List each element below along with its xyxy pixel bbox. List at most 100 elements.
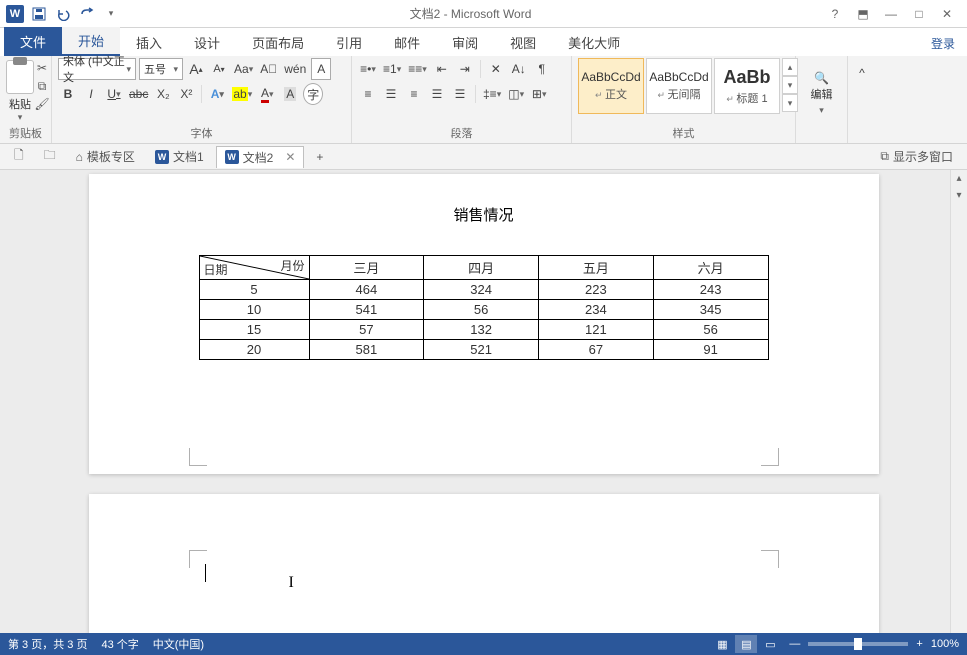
nav-back-button[interactable]: 🗋 [6,146,32,168]
font-size-combo[interactable]: 五号▾ [139,58,183,80]
table-row[interactable]: 5464324223243 [199,280,768,300]
scroll-down-button[interactable]: ▾ [951,187,967,204]
highlight-button[interactable]: ab▾ [230,83,254,105]
format-painter-button[interactable]: 🖌 [34,96,50,112]
nav-folder-button[interactable]: 🗀 [36,146,64,168]
find-icon[interactable]: 🔍 [814,70,830,86]
clear-formatting-button[interactable]: A⃠ [258,58,279,80]
strikethrough-button[interactable]: abc [127,83,150,105]
subscript-button[interactable]: X₂ [153,83,173,105]
page-status[interactable]: 第 3 页，共 3 页 [8,636,87,652]
font-name-combo[interactable]: 宋体 (中文正文▾ [58,58,136,80]
tab-mailings[interactable]: 邮件 [378,29,436,56]
text-direction-button[interactable]: ✕ [486,58,506,80]
zoom-out-button[interactable]: — [789,638,800,650]
table-header[interactable]: 五月 [539,256,654,280]
multi-window-button[interactable]: ⧉ 显示多窗口 [872,146,961,168]
style-normal[interactable]: AaBbCcDd 正文 [578,58,644,114]
decrease-indent-button[interactable]: ⇤ [432,58,452,80]
bold-button[interactable]: B [58,83,78,105]
read-mode-button[interactable]: ▦ [711,635,733,653]
increase-indent-button[interactable]: ⇥ [455,58,475,80]
tab-templates[interactable]: ⌂ 模板专区 [68,146,143,168]
word-count[interactable]: 43 个字 [101,636,138,652]
close-button[interactable]: ✕ [935,3,959,25]
maximize-button[interactable]: □ [907,3,931,25]
zoom-slider[interactable] [808,642,908,646]
paste-button[interactable]: 粘贴 ▾ [6,58,34,123]
tab-design[interactable]: 设计 [178,29,236,56]
enclose-characters-button[interactable]: 字 [303,83,323,105]
table-header[interactable]: 三月 [309,256,424,280]
style-label: 无间隔 [657,86,700,102]
multilevel-list-button[interactable]: ≡≡▾ [406,58,429,80]
tab-insert[interactable]: 插入 [120,29,178,56]
sales-table[interactable]: 日期 月份 三月 四月 五月 六月 5464324223243 10541562… [199,255,769,360]
tab-home[interactable]: 开始 [62,27,120,56]
style-preview: AaBbCcDd [581,70,640,84]
grow-font-button[interactable]: A▴ [186,58,206,80]
tab-references[interactable]: 引用 [320,29,378,56]
ribbon-display-button[interactable]: ⬒ [851,3,875,25]
superscript-button[interactable]: X² [176,83,196,105]
font-color-button[interactable]: A▾ [257,83,277,105]
corner-row-label: 日期 [204,261,228,278]
copy-button[interactable]: ⧉ [34,78,50,94]
align-right-button[interactable]: ≡ [404,83,424,105]
language-status[interactable]: 中文(中国) [153,636,204,652]
tab-view[interactable]: 视图 [494,29,552,56]
align-center-button[interactable]: ☰ [381,83,401,105]
table-header[interactable]: 四月 [424,256,539,280]
numbering-button[interactable]: ≡1▾ [381,58,403,80]
zoom-level[interactable]: 100% [931,638,959,650]
table-row[interactable]: 205815216791 [199,340,768,360]
save-button[interactable] [28,3,50,25]
justify-button[interactable]: ☰ [427,83,447,105]
text-effects-button[interactable]: A▾ [207,83,227,105]
collapse-ribbon-button[interactable]: ^ [852,62,872,84]
tab-review[interactable]: 审阅 [436,29,494,56]
table-corner-cell[interactable]: 日期 月份 [199,256,309,280]
align-left-button[interactable]: ≡ [358,83,378,105]
shading-button[interactable]: ◫▾ [506,83,526,105]
borders-button[interactable]: ⊞▾ [529,83,549,105]
cut-button[interactable]: ✂ [34,60,50,76]
style-no-spacing[interactable]: AaBbCcDd 无间隔 [646,58,712,114]
vertical-scrollbar[interactable]: ▴ ▾ [950,170,967,633]
character-border-button[interactable]: A [311,58,331,80]
new-tab-button[interactable]: + [308,146,331,168]
doc-tab-2[interactable]: W文档2 ✕ [216,146,305,168]
table-header[interactable]: 六月 [653,256,768,280]
bullets-button[interactable]: ≡•▾ [358,58,378,80]
qat-customize-button[interactable]: ▾ [100,3,122,25]
print-layout-button[interactable]: ▤ [735,635,757,653]
close-tab-icon[interactable]: ✕ [285,150,295,164]
redo-button[interactable] [76,3,98,25]
minimize-button[interactable]: — [879,3,903,25]
italic-button[interactable]: I [81,83,101,105]
show-marks-button[interactable]: ¶ [532,58,552,80]
page-3[interactable]: I [89,494,879,633]
underline-button[interactable]: U▾ [104,83,124,105]
character-shading-button[interactable]: A [280,83,300,105]
style-heading1[interactable]: AaBb 标题 1 [714,58,780,114]
tab-layout[interactable]: 页面布局 [236,29,320,56]
help-button[interactable]: ? [823,3,847,25]
table-row[interactable]: 155713212156 [199,320,768,340]
change-case-button[interactable]: Aa▾ [232,58,255,80]
line-spacing-button[interactable]: ‡≡▾ [481,83,503,105]
distributed-button[interactable]: ☰ [450,83,470,105]
shrink-font-button[interactable]: A▾ [209,58,229,80]
tab-file[interactable]: 文件 [4,27,62,56]
phonetic-guide-button[interactable]: wén [282,58,308,80]
web-layout-button[interactable]: ▭ [759,635,781,653]
zoom-in-button[interactable]: + [916,638,922,650]
undo-button[interactable] [52,3,74,25]
doc-tab-1[interactable]: W文档1 [147,146,212,168]
tab-beautify[interactable]: 美化大师 [552,29,636,56]
document-area: 销售情况 日期 月份 三月 四月 五月 六月 5464324223243 105… [0,170,967,633]
scroll-up-button[interactable]: ▴ [951,170,967,187]
table-row[interactable]: 1054156234345 [199,300,768,320]
sort-button[interactable]: A↓ [509,58,529,80]
login-link[interactable]: 登录 [919,31,967,56]
